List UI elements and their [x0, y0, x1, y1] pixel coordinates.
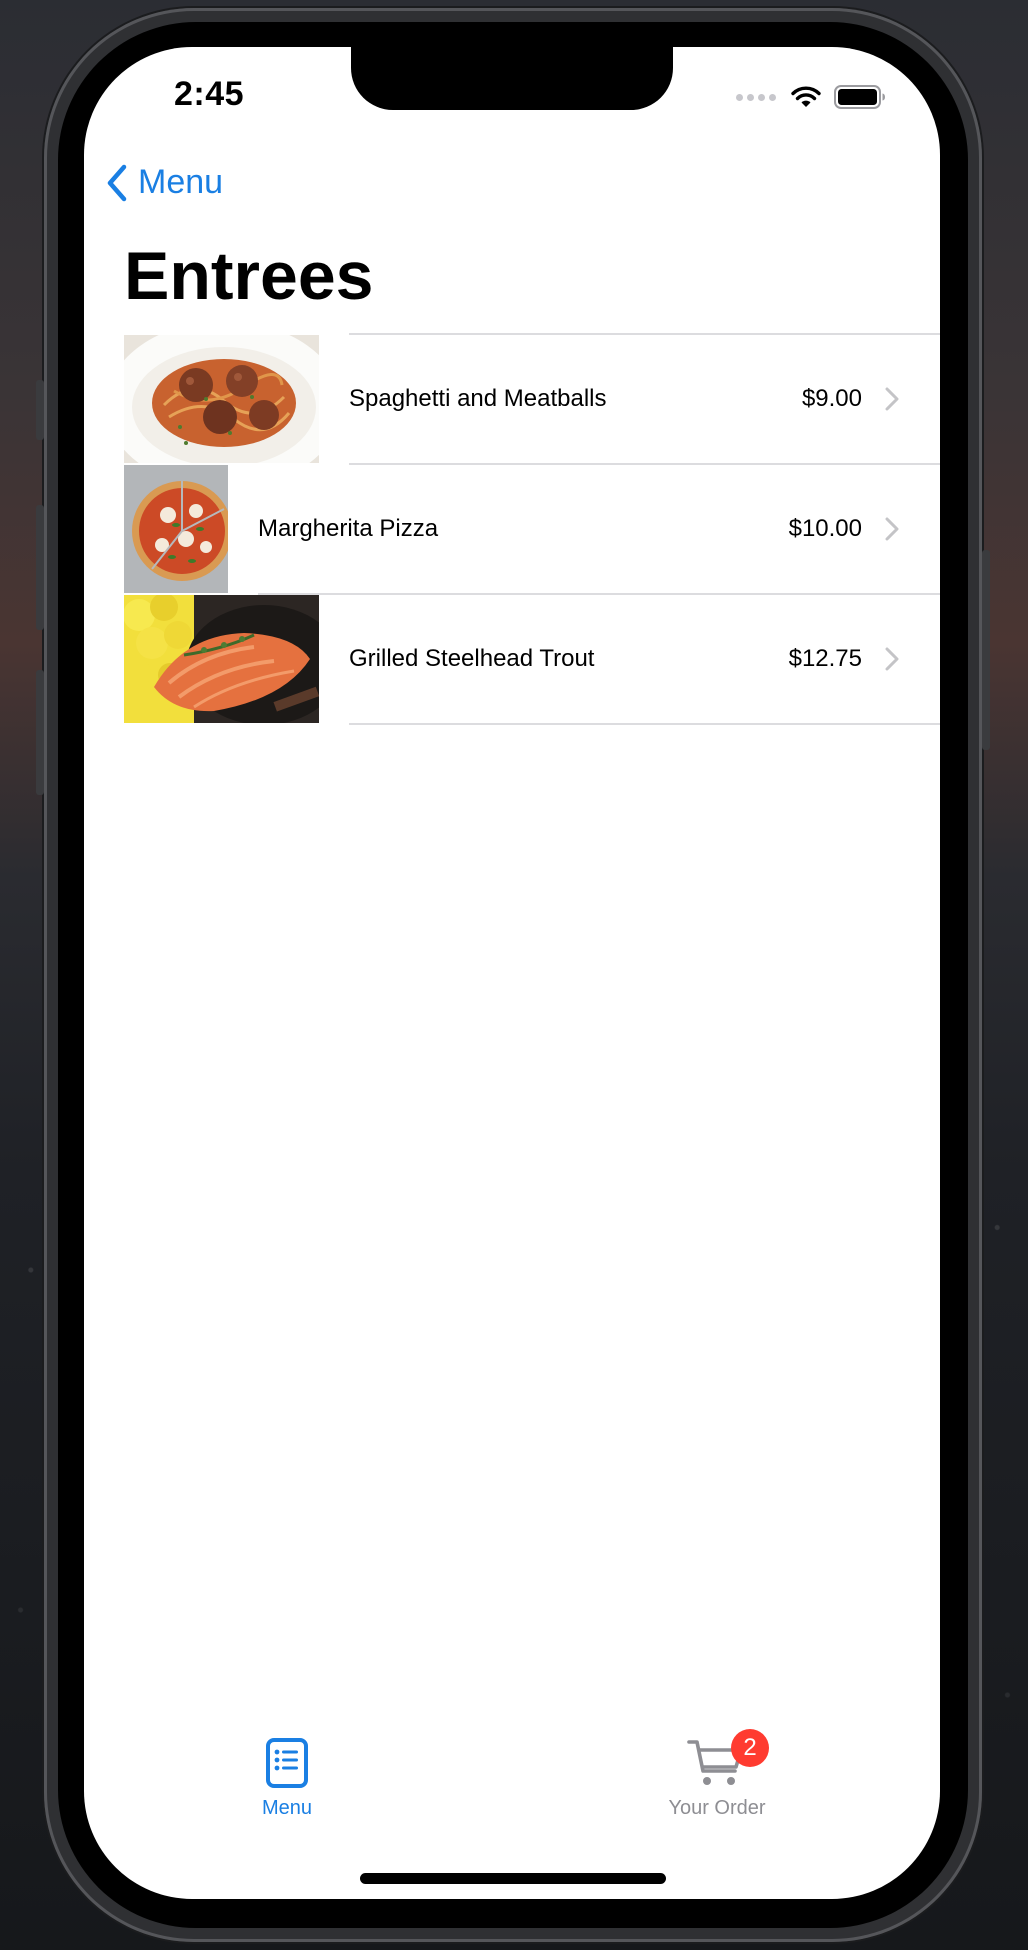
entree-row-trout[interactable]: Grilled Steelhead Trout $12.75	[84, 595, 940, 723]
row-separator	[349, 723, 940, 725]
spaghetti-meatballs-photo	[124, 335, 319, 463]
page-title: Entrees	[124, 238, 374, 314]
home-indicator[interactable]	[360, 1873, 666, 1884]
entree-price: $9.00	[801, 385, 862, 412]
mute-switch	[36, 380, 44, 440]
notch	[351, 47, 673, 110]
chevron-right-icon	[885, 517, 899, 541]
volume-up-button	[36, 505, 44, 630]
chevron-right-icon	[885, 647, 899, 671]
chevron-left-icon	[107, 164, 127, 201]
tab-menu-label: Menu	[261, 1797, 313, 1819]
app-screen: 2:45 Menu Entrees Spaghetti and Meatball…	[84, 47, 940, 1899]
status-time: 2:45	[174, 75, 245, 113]
back-button[interactable]: Menu	[106, 163, 223, 202]
power-button	[982, 550, 990, 750]
back-button-label: Menu	[138, 163, 224, 201]
entree-price: $12.75	[788, 645, 862, 672]
volume-down-button	[36, 670, 44, 795]
wifi-icon	[791, 86, 821, 107]
entree-name: Margherita Pizza	[258, 515, 439, 542]
entree-list: Spaghetti and Meatballs $9.00 Margherita…	[84, 333, 940, 725]
grilled-trout-photo	[124, 595, 319, 723]
margherita-pizza-photo	[124, 465, 228, 593]
tab-your-order-label: Your Order	[668, 1797, 766, 1819]
tab-menu[interactable]: Menu	[187, 1737, 387, 1820]
list-icon	[266, 1738, 308, 1788]
signal-dots-icon	[736, 93, 776, 101]
battery-icon	[834, 85, 885, 109]
entree-row-pizza[interactable]: Margherita Pizza $10.00	[84, 465, 940, 593]
tab-your-order[interactable]: 2 Your Order	[617, 1729, 817, 1820]
entree-row-spaghetti[interactable]: Spaghetti and Meatballs $9.00	[84, 335, 940, 463]
order-count-badge: 2	[731, 1729, 769, 1767]
entree-name: Spaghetti and Meatballs	[349, 385, 607, 412]
status-icons	[736, 83, 886, 111]
tab-bar: Menu 2 Your Order	[84, 1729, 940, 1847]
entree-name: Grilled Steelhead Trout	[349, 645, 595, 672]
entree-price: $10.00	[788, 515, 862, 542]
chevron-right-icon	[885, 387, 899, 411]
